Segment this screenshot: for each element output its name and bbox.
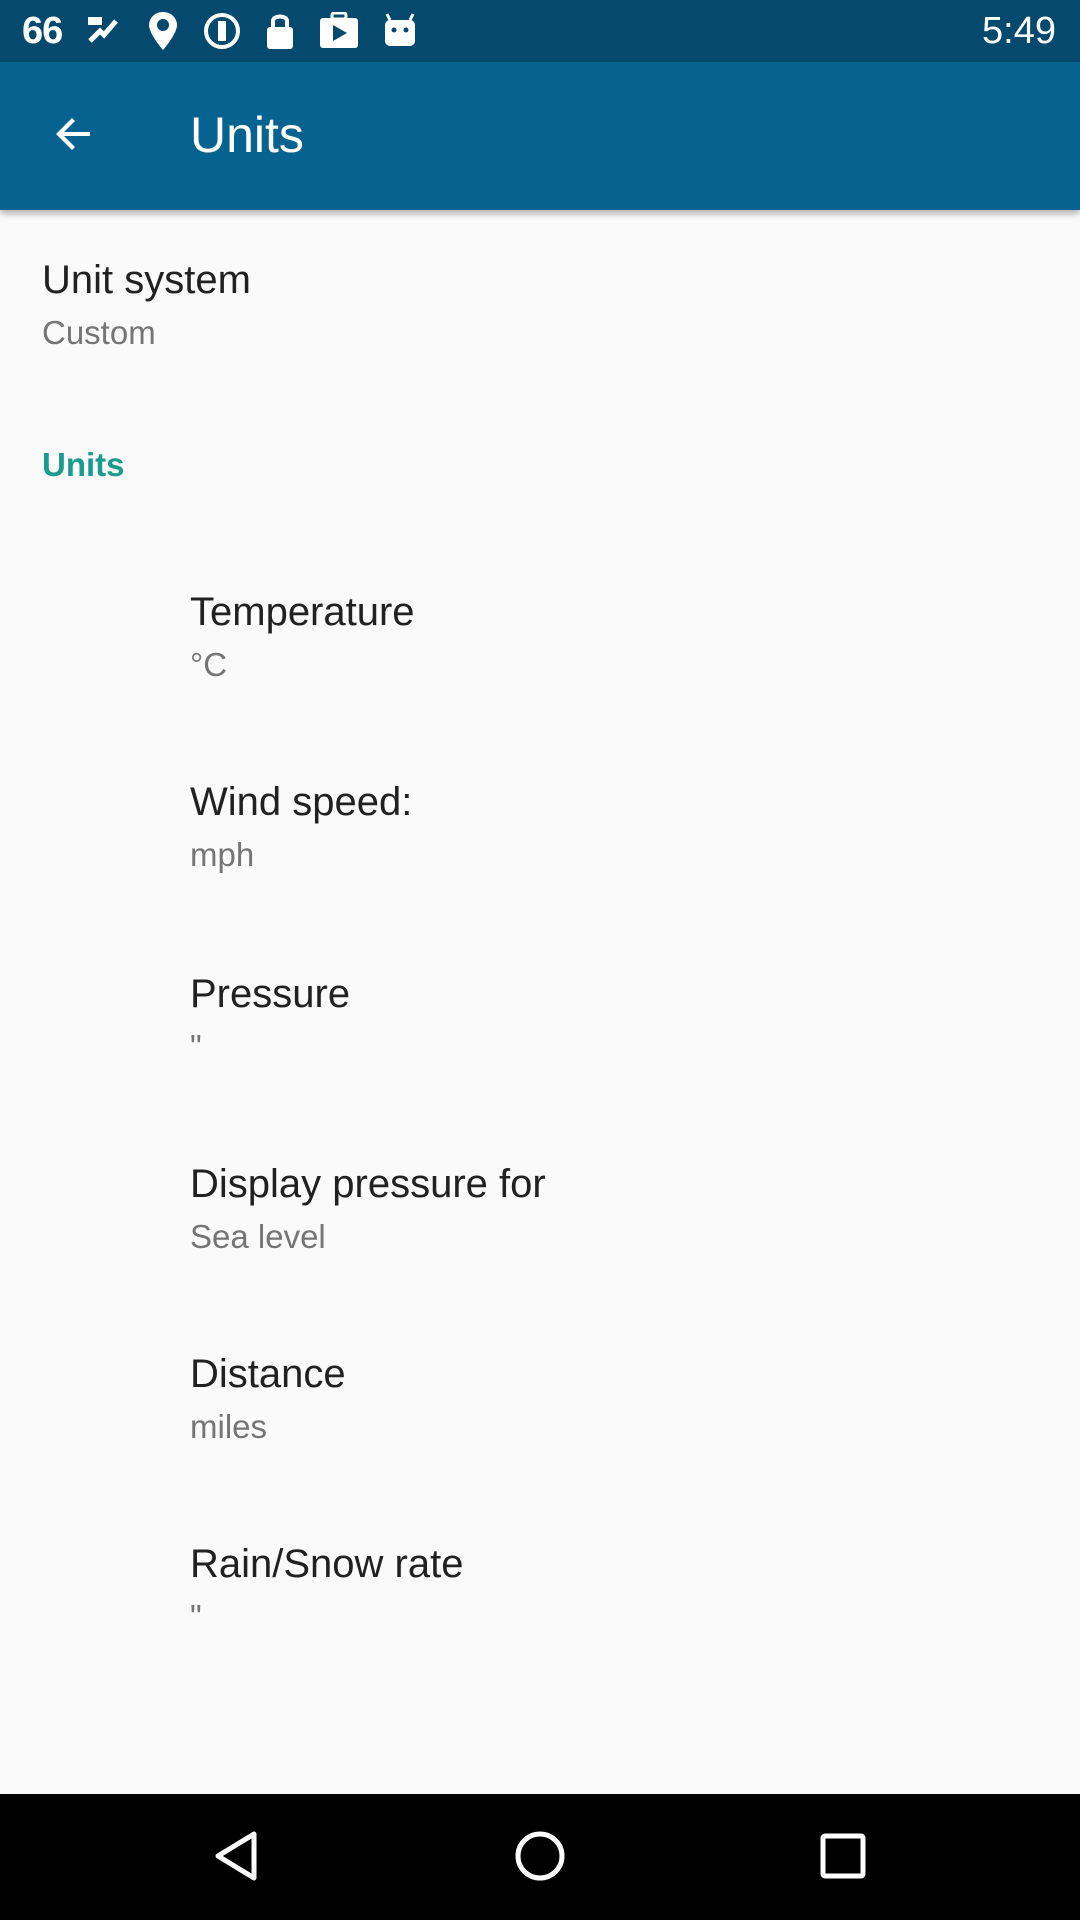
preference-title: Pressure bbox=[190, 972, 351, 1016]
navigation-bar bbox=[0, 1794, 1080, 1920]
preference-summary: Sea level bbox=[190, 1218, 326, 1255]
distance-preference[interactable]: Distance miles bbox=[0, 1330, 1080, 1520]
pressure-preference[interactable]: Pressure " bbox=[0, 950, 1080, 1140]
sync-icon bbox=[202, 11, 242, 51]
preference-title: Unit system bbox=[42, 258, 251, 302]
rain-snow-rate-preference[interactable]: Rain/Snow rate " bbox=[0, 1520, 1080, 1710]
android-icon bbox=[382, 12, 418, 50]
nav-home-button[interactable] bbox=[500, 1822, 580, 1894]
preference-summary: miles bbox=[190, 1408, 268, 1445]
temperature-preference[interactable]: Temperature °C bbox=[0, 570, 1080, 760]
lock-icon bbox=[264, 11, 296, 51]
status-time: 5:49 bbox=[982, 10, 1056, 52]
preference-summary: " bbox=[190, 1598, 202, 1635]
play-store-icon bbox=[318, 12, 360, 50]
fake-gps-icon bbox=[84, 11, 124, 51]
status-bar: 66 5:49 bbox=[0, 0, 1080, 62]
preference-summary: mph bbox=[190, 836, 255, 873]
nav-back-button[interactable] bbox=[196, 1822, 276, 1894]
recents-square-icon bbox=[817, 1830, 869, 1887]
status-icons: 66 bbox=[22, 8, 418, 54]
unit-system-preference[interactable]: Unit system Custom bbox=[0, 210, 1080, 400]
display-pressure-preference[interactable]: Display pressure for Sea level bbox=[0, 1140, 1080, 1330]
arrow-back-icon bbox=[50, 110, 98, 163]
preference-title: Temperature bbox=[190, 590, 415, 634]
page-title: Units bbox=[190, 107, 304, 163]
preference-title: Distance bbox=[190, 1352, 346, 1396]
preference-summary: Custom bbox=[42, 314, 156, 351]
settings-list: Unit system Custom Units Temperature °C … bbox=[0, 210, 1080, 1794]
app-bar: Units bbox=[0, 62, 1080, 210]
preference-summary: °C bbox=[190, 646, 228, 683]
back-button[interactable] bbox=[32, 100, 116, 172]
nav-recents-button[interactable] bbox=[803, 1822, 883, 1894]
back-triangle-icon bbox=[210, 1828, 262, 1889]
preference-summary: " bbox=[190, 1028, 202, 1065]
wind-speed-preference[interactable]: Wind speed: mph bbox=[0, 760, 1080, 950]
home-circle-icon bbox=[512, 1828, 568, 1889]
location-lock-icon bbox=[146, 10, 180, 52]
preference-title: Rain/Snow rate bbox=[190, 1542, 464, 1586]
preference-title: Wind speed: bbox=[190, 780, 413, 824]
category-header-units: Units bbox=[42, 446, 125, 483]
preference-title: Display pressure for bbox=[190, 1162, 546, 1206]
status-badge: 66 bbox=[22, 9, 63, 52]
